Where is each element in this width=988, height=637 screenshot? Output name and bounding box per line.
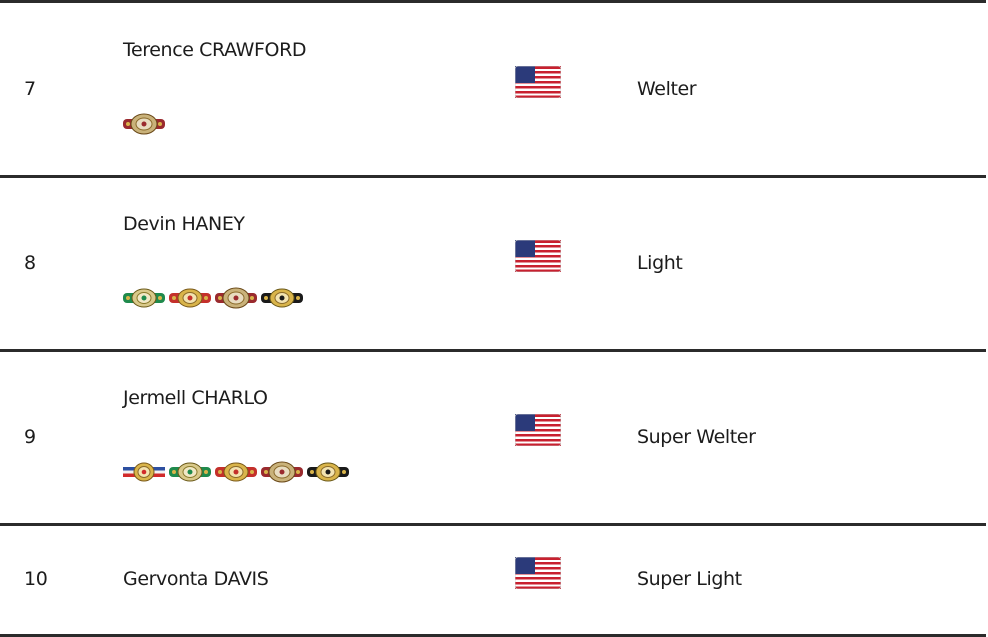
belts-list: [123, 113, 165, 135]
us-flag-icon: [515, 240, 561, 272]
wbc-belt-icon: [169, 462, 211, 482]
wbo-belt-icon: [261, 461, 303, 483]
belts-list: [123, 461, 349, 483]
rank-number: 7: [24, 78, 36, 100]
table-row[interactable]: 10 Gervonta DAVIS Super Light: [0, 526, 986, 637]
us-flag-icon: [515, 414, 561, 446]
weight-division: Light: [637, 252, 683, 274]
weight-division: Welter: [637, 78, 697, 100]
wbc-belt-icon: [123, 288, 165, 308]
boxer-name[interactable]: Jermell CHARLO: [123, 387, 268, 409]
boxer-name[interactable]: Gervonta DAVIS: [123, 568, 269, 590]
ibf-belt-icon: [169, 288, 211, 308]
rank-number: 8: [24, 252, 36, 274]
wbo-belt-icon: [123, 113, 165, 135]
wba-belt-icon: [307, 462, 349, 482]
us-flag-icon: [515, 66, 561, 98]
rank-number: 9: [24, 426, 36, 448]
table-row[interactable]: 8 Devin HANEY Light: [0, 178, 986, 352]
wba-belt-icon: [261, 288, 303, 308]
ibf-belt-icon: [215, 462, 257, 482]
boxer-name[interactable]: Devin HANEY: [123, 213, 245, 235]
ring-belt-icon: [123, 462, 165, 482]
table-row[interactable]: 7 Terence CRAWFORD Welter: [0, 3, 986, 178]
boxer-name[interactable]: Terence CRAWFORD: [123, 39, 307, 61]
wbo-belt-icon: [215, 287, 257, 309]
belts-list: [123, 287, 303, 309]
weight-division: Super Welter: [637, 426, 756, 448]
us-flag-icon: [515, 557, 561, 589]
rank-number: 10: [24, 568, 48, 590]
weight-division: Super Light: [637, 568, 742, 590]
table-row[interactable]: 9 Jermell CHARLO Super Welter: [0, 352, 986, 526]
